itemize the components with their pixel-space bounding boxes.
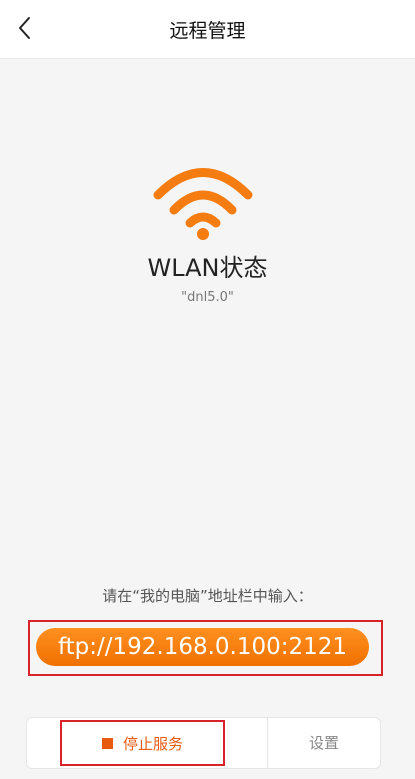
top-bar: 远程管理 bbox=[0, 0, 415, 59]
wlan-status-title: WLAN状态 bbox=[147, 254, 268, 282]
wifi-icon bbox=[148, 160, 258, 242]
stop-square-icon bbox=[101, 737, 113, 749]
ftp-address-button[interactable]: ftp://192.168.0.100:2121 bbox=[36, 628, 369, 666]
instruction-text: 请在“我的电脑”地址栏中输入： bbox=[102, 587, 313, 605]
bottom-action-bar: 停止服务 设置 bbox=[26, 717, 381, 769]
stop-service-highlight: 停止服务 bbox=[60, 720, 225, 766]
stop-service-button[interactable]: 停止服务 bbox=[62, 722, 223, 764]
network-ssid: "dnl5.0" bbox=[181, 290, 234, 305]
ftp-address-highlight: ftp://192.168.0.100:2121 bbox=[28, 620, 383, 676]
settings-button[interactable]: 设置 bbox=[268, 718, 380, 768]
stop-service-label: 停止服务 bbox=[122, 734, 183, 753]
page-title: 远程管理 bbox=[169, 20, 246, 42]
